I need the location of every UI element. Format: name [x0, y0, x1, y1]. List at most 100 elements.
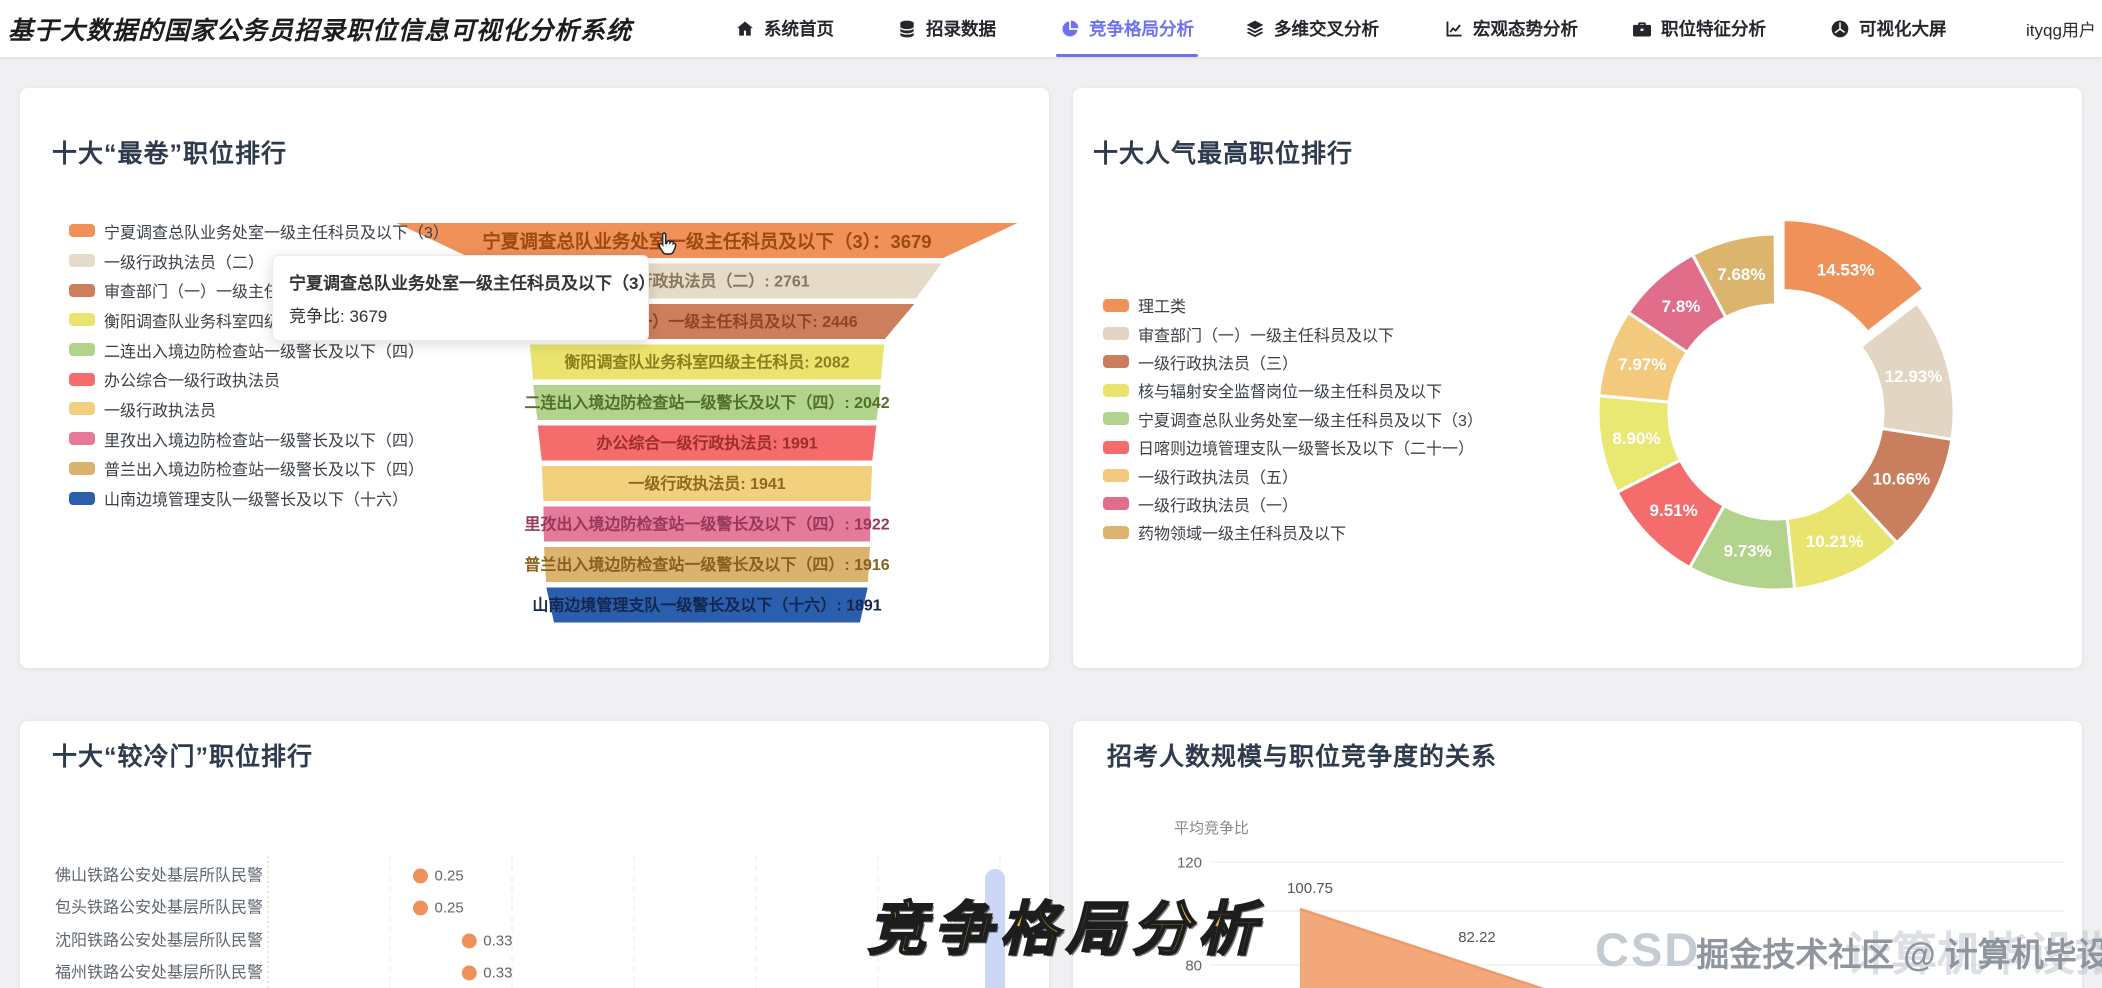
funnel-segment-label: 衡阳调查队业务科室四级主任科员: 2082	[564, 353, 849, 372]
donut-slice[interactable]	[1617, 460, 1724, 568]
funnel-segment[interactable]	[537, 425, 878, 462]
data-point[interactable]	[413, 869, 428, 884]
legend-label: 二连出入境边防检查站一级警长及以下（四）	[104, 338, 424, 362]
nav-item-3[interactable]: 竞争格局分析	[1060, 0, 1194, 57]
watermark-title: 竞争格局分析	[868, 882, 1264, 966]
donut-slice-label: 7.8%	[1662, 297, 1701, 316]
funnel-segment-label: 山南边境管理支队一级警长及以下（十六）: 1891	[532, 596, 881, 615]
legend-label: 普兰出入境边防检查站一级警长及以下（四）	[104, 456, 424, 480]
donut-slice[interactable]	[1690, 506, 1795, 590]
funnel-segment-label: 一级行政执法员: 1941	[628, 474, 785, 493]
nav-item-5[interactable]: 宏观态势分析	[1444, 0, 1578, 57]
value-label: 0.33	[483, 933, 512, 950]
legend-item[interactable]: 日喀则边境管理支队一级警长及以下（二十一）	[1103, 433, 1483, 461]
category-label: 包头铁路公安处基层所队民警	[55, 899, 263, 917]
legend-marker	[69, 373, 95, 386]
legend-marker	[69, 224, 95, 237]
funnel-segment[interactable]	[545, 587, 869, 624]
value-label: 0.25	[435, 900, 464, 917]
legend-label: 一级行政执法员（五）	[1138, 464, 1298, 488]
donut-slice-label: 7.68%	[1717, 265, 1765, 284]
nav-item-1[interactable]: 系统首页	[735, 0, 834, 57]
funnel-segment[interactable]	[542, 506, 871, 543]
funnel-segment-label: 普兰出入境边防检查站一级警长及以下（四）: 1916	[524, 555, 889, 574]
legend-label: 日喀则边境管理支队一级警长及以下（二十一）	[1138, 435, 1474, 459]
funnel-segment[interactable]	[532, 384, 882, 421]
legend-label: 一级行政执法员（一）	[1138, 492, 1298, 516]
nav-item-label: 宏观态势分析	[1473, 16, 1578, 41]
legend-item[interactable]: 药物领域一级主任科员及以下	[1103, 518, 1483, 546]
legend-marker	[69, 402, 95, 415]
nav-item-label: 系统首页	[764, 16, 834, 41]
data-point[interactable]	[462, 934, 477, 949]
legend-marker	[1103, 355, 1129, 368]
legend-item[interactable]: 理工类	[1103, 291, 1483, 319]
nav-item-4[interactable]: 多维交叉分析	[1245, 0, 1379, 57]
donut-slice[interactable]	[1783, 220, 1924, 333]
page: 基于大数据的国家公务员招录职位信息可视化分析系统 系统首页招录数据竞争格局分析多…	[0, 0, 2102, 988]
funnel-segment[interactable]	[392, 222, 1022, 259]
legend-item[interactable]: 一级行政执法员	[69, 394, 449, 424]
data-point[interactable]	[462, 966, 477, 981]
legend-item[interactable]: 宁夏调查总队业务处室一级主任科员及以下（3）	[1103, 405, 1483, 433]
legend-marker	[1103, 327, 1129, 340]
trend-icon	[1444, 19, 1464, 39]
legend-item[interactable]: 审查部门（一）一级主任科员及以下	[1103, 319, 1483, 347]
legend-item[interactable]: 山南边境管理支队一级警长及以下（十六）	[69, 483, 449, 513]
y-tick-label: 120	[1177, 855, 1202, 872]
card-title: 十大“最卷”职位排行	[52, 134, 287, 170]
funnel-segment[interactable]	[543, 546, 871, 583]
funnel-segment-label: 宁夏调查总队业务处室一级主任科员及以下（3）：3679	[482, 231, 931, 252]
database-icon	[897, 19, 917, 39]
legend-item[interactable]: 里孜出入境边防检查站一级警长及以下（四）	[69, 424, 449, 454]
legend-marker	[69, 254, 95, 267]
app-title: 基于大数据的国家公务员招录职位信息可视化分析系统	[8, 0, 632, 57]
funnel-segment[interactable]	[541, 465, 873, 502]
legend-item[interactable]: 办公综合一级行政执法员	[69, 364, 449, 394]
legend-marker	[1103, 526, 1129, 539]
legend-label: 宁夏调查总队业务处室一级主任科员及以下（3）	[1138, 407, 1483, 431]
donut-slice[interactable]	[1598, 396, 1680, 493]
legend-item[interactable]: 宁夏调查总队业务处室一级主任科员及以下（3）	[69, 216, 449, 246]
donut-slice-label: 8.90%	[1612, 429, 1660, 448]
category-label: 福州铁路公安处基层所队民警	[55, 964, 263, 982]
donut-slice-label: 10.21%	[1806, 532, 1864, 551]
chart-tooltip: 宁夏调查总队业务处室一级主任科员及以下（3） 竞争比: 3679	[272, 255, 649, 341]
active-underline	[1056, 54, 1198, 57]
donut-slice[interactable]	[1693, 234, 1776, 317]
donut-slice[interactable]	[1628, 255, 1725, 352]
user-menu[interactable]: ityqg用户	[2026, 0, 2102, 57]
legend-marker	[69, 313, 95, 326]
funnel-segment[interactable]	[529, 344, 886, 381]
briefcase-icon	[1632, 19, 1652, 39]
legend-label: 药物领域一级主任科员及以下	[1138, 520, 1346, 544]
nav-item-label: 职位特征分析	[1661, 16, 1766, 41]
legend-item[interactable]: 核与辐射安全监督岗位一级主任科员及以下	[1103, 376, 1483, 404]
legend-marker	[69, 492, 95, 505]
legend-marker	[69, 462, 95, 475]
nav-item-7[interactable]: 可视化大屏	[1830, 0, 1947, 57]
donut-slice[interactable]	[1787, 491, 1897, 589]
legend-item[interactable]: 一级行政执法员（五）	[1103, 461, 1483, 489]
legend-marker	[69, 343, 95, 356]
tooltip-value: 竞争比: 3679	[289, 302, 632, 327]
donut-slice[interactable]	[1599, 313, 1688, 403]
dashboard-icon	[1830, 19, 1850, 39]
card-title: 十大“较冷门”职位排行	[52, 737, 313, 773]
legend-label: 山南边境管理支队一级警长及以下（十六）	[104, 486, 408, 510]
category-label: 沈阳铁路公安处基层所队民警	[55, 932, 263, 950]
legend-item[interactable]: 普兰出入境边防检查站一级警长及以下（四）	[69, 454, 449, 484]
nav-item-2[interactable]: 招录数据	[897, 0, 996, 57]
card-title: 十大人气最高职位排行	[1093, 134, 1353, 170]
donut-slice[interactable]	[1861, 303, 1954, 439]
value-label: 0.25	[435, 868, 464, 885]
legend-item[interactable]: 一级行政执法员（三）	[1103, 348, 1483, 376]
nav-item-6[interactable]: 职位特征分析	[1632, 0, 1766, 57]
data-point[interactable]	[413, 901, 428, 916]
legend-label: 审查部门（一）一级主任科员及以下	[1138, 322, 1394, 346]
point-label: 100.75	[1287, 880, 1333, 897]
donut-slice[interactable]	[1849, 428, 1952, 542]
nav-item-label: 招录数据	[926, 16, 996, 41]
legend-item[interactable]: 一级行政执法员（一）	[1103, 490, 1483, 518]
watermark-csdn-prefix: CSD	[1595, 922, 1700, 977]
